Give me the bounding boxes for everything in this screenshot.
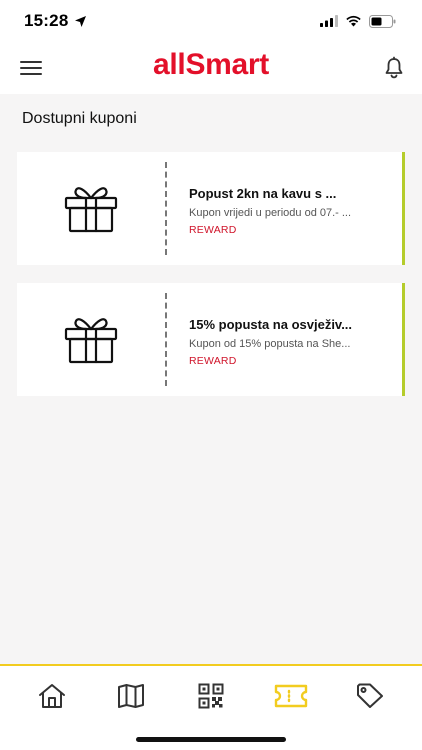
tab-coupons[interactable] [271, 680, 311, 712]
coupon-description: Kupon vrijedi u periodu od 07.- ... [189, 207, 352, 219]
hamburger-menu-icon[interactable] [20, 56, 44, 80]
ticket-icon [274, 684, 307, 708]
home-icon [38, 684, 65, 708]
section-title: Dostupni kuponi [22, 110, 137, 127]
tab-map[interactable] [111, 680, 151, 712]
bottom-tab-bar [0, 664, 422, 750]
screen: 15:28 allSmart Dostupni kuponi Popust 2k… [0, 0, 422, 750]
tag-icon [357, 683, 384, 708]
map-icon [118, 684, 145, 708]
cellular-signal-icon [320, 15, 338, 27]
coupon-type-label: REWARD [189, 355, 237, 367]
coupon-description: Kupon od 15% popusta na She... [189, 338, 351, 350]
qr-code-icon [198, 683, 224, 709]
status-bar: 15:28 [0, 0, 422, 42]
wifi-icon [346, 15, 361, 27]
app-header: allSmart [0, 42, 422, 94]
location-arrow-icon [75, 15, 87, 27]
coupon-list: Popust 2kn na kavu s ... Kupon vrijedi u… [17, 152, 405, 414]
coupon-card[interactable]: 15% popusta na osvježiv... Kupon od 15% … [17, 283, 405, 396]
gift-icon [64, 186, 118, 232]
status-time: 15:28 [24, 11, 69, 30]
coupon-type-label: REWARD [189, 224, 237, 236]
coupon-card[interactable]: Popust 2kn na kavu s ... Kupon vrijedi u… [17, 152, 405, 265]
tab-tags[interactable] [350, 680, 390, 712]
coupon-title: Popust 2kn na kavu s ... [189, 186, 337, 201]
app-logo: allSmart [153, 48, 269, 81]
tab-home[interactable] [32, 680, 72, 712]
tab-qr-code[interactable] [191, 680, 231, 712]
bell-icon[interactable] [382, 56, 406, 80]
coupon-title: 15% popusta na osvježiv... [189, 317, 353, 332]
gift-icon [64, 317, 118, 363]
home-indicator [136, 737, 286, 742]
battery-icon [369, 14, 396, 28]
